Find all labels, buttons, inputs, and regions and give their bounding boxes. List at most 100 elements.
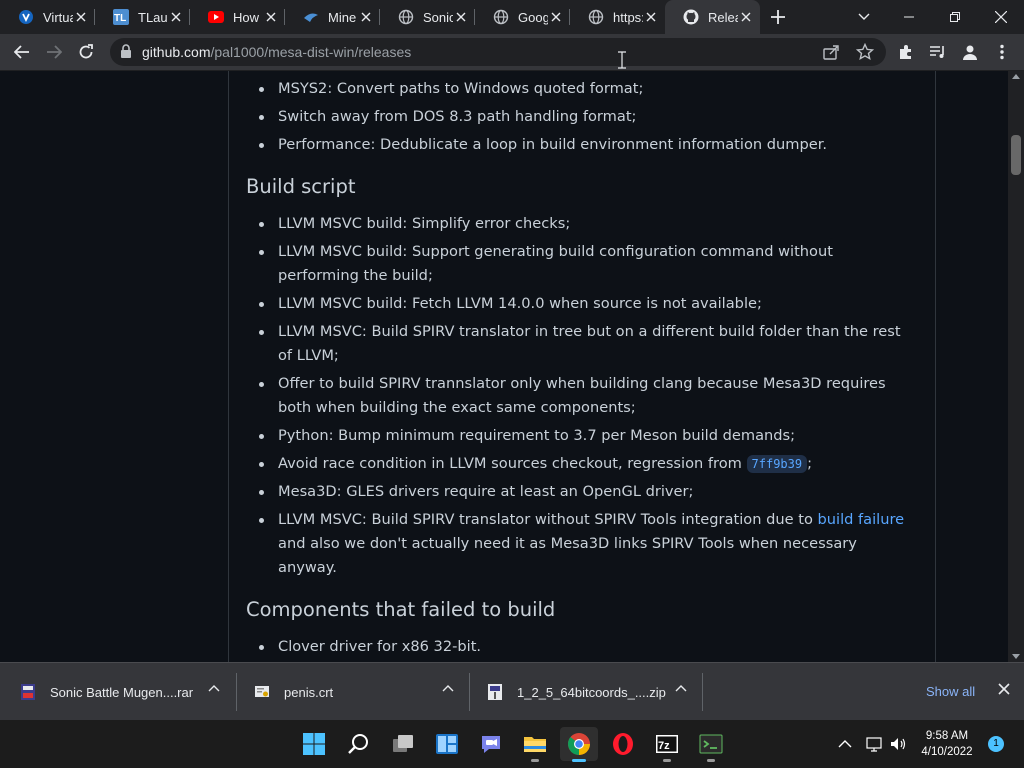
clock[interactable]: 9:58 AM 4/10/2022: [912, 728, 982, 760]
divider: [236, 673, 237, 711]
address-bar[interactable]: github.com/pal1000/mesa-dist-win/release…: [110, 38, 886, 66]
chevron-up-icon[interactable]: [442, 684, 454, 692]
divider: [702, 673, 703, 711]
search-icon: [348, 734, 368, 754]
media-control-button[interactable]: [924, 38, 952, 66]
task-view-button[interactable]: [384, 727, 422, 761]
virtualbox-icon: [18, 9, 34, 25]
list-item: LLVM MSVC: Build SPIRV translator withou…: [246, 508, 916, 580]
tab-releases[interactable]: Relea: [665, 0, 760, 34]
scroll-down-icon[interactable]: [1012, 654, 1020, 660]
close-tab-icon[interactable]: [168, 9, 184, 25]
start-button[interactable]: [295, 727, 333, 761]
downloads-bar: Sonic Battle Mugen....rar penis.crt 1_2_…: [0, 662, 1024, 720]
scroll-up-icon[interactable]: [1012, 73, 1020, 79]
chat-button[interactable]: [472, 727, 510, 761]
network-icon[interactable]: [866, 736, 884, 752]
bookmark-star-icon[interactable]: [855, 42, 875, 66]
reload-button[interactable]: [72, 38, 100, 66]
tab-google[interactable]: Goog: [475, 0, 570, 34]
globe-icon: [588, 9, 604, 25]
download-item-crt[interactable]: penis.crt: [254, 671, 468, 713]
terminal-button[interactable]: [692, 727, 730, 762]
tab-youtube[interactable]: How: [190, 0, 285, 34]
tab-sonic[interactable]: Sonic: [380, 0, 475, 34]
running-indicator: [663, 759, 671, 762]
build-failure-link[interactable]: build failure: [818, 511, 905, 528]
profile-icon: [963, 45, 977, 60]
minecraft-icon: [303, 9, 319, 25]
search-button[interactable]: [340, 727, 378, 761]
list-item: Switch away from DOS 8.3 path handling f…: [246, 105, 916, 129]
extensions-button[interactable]: [892, 38, 920, 66]
show-hidden-icons-icon[interactable]: [838, 739, 852, 749]
profile-button[interactable]: [956, 38, 984, 66]
close-tab-icon[interactable]: [548, 9, 564, 25]
window-controls: [886, 0, 1024, 34]
close-tab-icon[interactable]: [73, 9, 89, 25]
section-heading-build-script: Build script: [246, 175, 356, 198]
chevron-up-icon[interactable]: [675, 684, 687, 692]
minimize-button[interactable]: [886, 0, 932, 34]
forward-button[interactable]: [40, 38, 68, 66]
new-tab-button[interactable]: [760, 0, 796, 34]
clock-date: 4/10/2022: [921, 746, 973, 758]
list-item: Offer to build SPIRV trannslator only wh…: [246, 372, 916, 420]
tab-search-button[interactable]: [850, 0, 878, 34]
plus-icon: [771, 10, 785, 24]
chevron-down-icon: [858, 13, 870, 20]
tab-tlauncher[interactable]: TL TLaun: [95, 0, 190, 34]
close-tab-icon[interactable]: [738, 9, 754, 25]
lock-icon: [120, 44, 132, 64]
chrome-icon: [568, 733, 590, 755]
tlauncher-icon: TL: [113, 9, 129, 25]
section-heading-failed-components: Components that failed to build: [246, 598, 556, 621]
widgets-button[interactable]: [428, 727, 466, 761]
minimize-icon: [904, 16, 914, 18]
list-item: MSYS2: Convert paths to Windows quoted f…: [246, 77, 916, 101]
list-item: Python: Bump minimum requirement to 3.7 …: [246, 424, 916, 448]
menu-button[interactable]: [988, 38, 1016, 66]
widgets-icon: [436, 734, 458, 754]
chat-icon: [482, 736, 500, 753]
tab-https[interactable]: https:: [570, 0, 665, 34]
close-tab-icon[interactable]: [643, 9, 659, 25]
close-tab-icon[interactable]: [263, 9, 279, 25]
7zip-button[interactable]: 7z: [648, 727, 686, 762]
scrollbar-thumb[interactable]: [1011, 135, 1021, 175]
close-window-button[interactable]: [978, 0, 1024, 34]
globe-icon: [398, 9, 414, 25]
opera-icon: [613, 733, 633, 755]
opera-button[interactable]: [604, 727, 642, 761]
close-tab-icon[interactable]: [453, 9, 469, 25]
url-text[interactable]: github.com/pal1000/mesa-dist-win/release…: [142, 44, 411, 60]
7zip-icon: 7z: [656, 735, 678, 753]
build-script-list: LLVM MSVC build: Simplify error checks; …: [246, 212, 916, 580]
zip-archive-icon: [488, 684, 502, 700]
download-item-rar[interactable]: Sonic Battle Mugen....rar: [20, 671, 234, 713]
tab-minecraft[interactable]: Mine: [285, 0, 380, 34]
chevron-up-icon[interactable]: [208, 684, 220, 692]
tab-virtualbox[interactable]: Virtua: [0, 0, 95, 34]
show-all-downloads-link[interactable]: Show all: [926, 684, 975, 699]
terminal-icon: [699, 734, 723, 754]
share-icon[interactable]: [822, 43, 840, 66]
commit-link[interactable]: 7ff9b39: [746, 455, 808, 473]
restore-button[interactable]: [932, 0, 978, 34]
playlist-icon: [930, 46, 944, 58]
download-item-zip[interactable]: 1_2_5_64bitcoords_....zip: [487, 671, 701, 713]
volume-icon[interactable]: [890, 736, 908, 752]
list-item: LLVM MSVC build: Support generating buil…: [246, 240, 916, 288]
running-indicator: [531, 759, 539, 762]
notification-badge[interactable]: 1: [988, 736, 1004, 752]
file-explorer-button[interactable]: [516, 727, 554, 762]
back-button[interactable]: [8, 38, 36, 66]
chrome-button[interactable]: [560, 727, 598, 762]
list-item: LLVM MSVC build: Fetch LLVM 14.0.0 when …: [246, 292, 916, 316]
close-tab-icon[interactable]: [358, 9, 374, 25]
close-downloads-icon[interactable]: [998, 683, 1010, 695]
windows-taskbar: 7z 9:58 AM 4/10/2022: [0, 720, 1024, 768]
vertical-scrollbar[interactable]: [1008, 71, 1024, 662]
close-icon: [995, 11, 1007, 23]
list-item: Avoid race condition in LLVM sources che…: [246, 452, 916, 476]
